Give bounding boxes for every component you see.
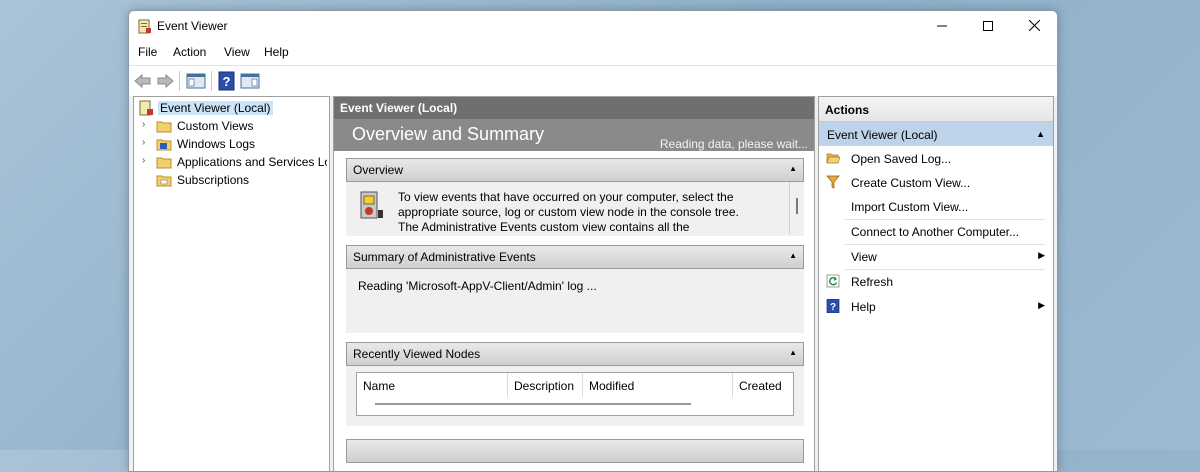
actions-title: Actions bbox=[825, 103, 870, 117]
refresh-icon bbox=[826, 274, 840, 288]
collapse-icon[interactable]: ▲ bbox=[1036, 129, 1045, 139]
overview-section-header[interactable]: Overview ▲ bbox=[346, 158, 804, 182]
tree-item-label: Event Viewer (Local) bbox=[158, 101, 273, 115]
actions-header: Actions bbox=[819, 97, 1053, 122]
collapse-icon[interactable]: ▲ bbox=[789, 348, 797, 357]
section-title: Summary of Administrative Events bbox=[353, 250, 536, 264]
action-help[interactable]: ? Help ▶ bbox=[819, 295, 1053, 319]
event-viewer-app-icon bbox=[138, 19, 151, 34]
action-view[interactable]: View ▶ bbox=[819, 245, 1053, 269]
action-import-custom-view[interactable]: Import Custom View... bbox=[819, 195, 1053, 219]
tree-item-label: Custom Views bbox=[177, 119, 254, 133]
maximize-icon bbox=[983, 21, 993, 31]
action-open-saved-log[interactable]: Open Saved Log... bbox=[819, 147, 1053, 171]
collapse-icon[interactable]: ▲ bbox=[789, 164, 797, 173]
column-header-modified[interactable]: Modified bbox=[583, 373, 733, 397]
menu-file[interactable]: File bbox=[138, 45, 157, 59]
tree-item-label: Applications and Services Lo bbox=[177, 155, 327, 169]
windows-logs-icon bbox=[156, 139, 172, 151]
summary-section-header[interactable]: Summary of Administrative Events ▲ bbox=[346, 245, 804, 269]
title-bar[interactable]: Event Viewer bbox=[129, 11, 1057, 42]
menu-action[interactable]: Action bbox=[173, 45, 206, 59]
close-icon bbox=[1028, 19, 1040, 32]
menu-help[interactable]: Help bbox=[264, 45, 289, 59]
minimize-button[interactable] bbox=[919, 11, 965, 42]
show-hide-action-pane-icon[interactable] bbox=[240, 71, 260, 91]
help-icon: ? bbox=[826, 299, 840, 313]
overview-description: To view events that have occurred on you… bbox=[398, 190, 739, 234]
forward-arrow-icon[interactable] bbox=[155, 71, 175, 91]
submenu-arrow-icon: ▶ bbox=[1038, 250, 1045, 260]
main-content: Event Viewer (Local) › Custom Views › Wi… bbox=[129, 96, 1057, 471]
event-viewer-icon bbox=[139, 100, 153, 116]
actions-pane: Actions Event Viewer (Local) ▲ Open Save… bbox=[818, 96, 1054, 471]
summary-section-body: Reading 'Microsoft-AppV-Client/Admin' lo… bbox=[346, 269, 804, 333]
toolbar: ? bbox=[129, 65, 1057, 97]
overview-scrollbar[interactable] bbox=[796, 198, 798, 214]
window-title: Event Viewer bbox=[157, 19, 228, 33]
back-arrow-icon[interactable] bbox=[133, 71, 153, 91]
event-viewer-window: Event Viewer File Action View Help ? Eve… bbox=[128, 10, 1058, 472]
actions-section-title: Event Viewer (Local) bbox=[827, 128, 938, 142]
column-header-created[interactable]: Created bbox=[733, 373, 793, 397]
chevron-right-icon[interactable]: › bbox=[142, 137, 152, 148]
action-refresh[interactable]: Refresh bbox=[819, 270, 1053, 294]
chevron-right-icon[interactable]: › bbox=[142, 119, 152, 130]
horizontal-scrollbar[interactable] bbox=[375, 403, 691, 405]
center-pane-header: Event Viewer (Local) bbox=[334, 97, 814, 119]
submenu-arrow-icon: ▶ bbox=[1038, 300, 1045, 310]
overview-section-body: To view events that have occurred on you… bbox=[346, 182, 804, 236]
summary-scroll-area[interactable]: Overview ▲ To view events that have occu… bbox=[334, 151, 814, 471]
overview-summary-banner: Overview and Summary Reading data, pleas… bbox=[334, 119, 814, 151]
menu-bar: File Action View Help bbox=[129, 42, 1057, 64]
tree-item-applications-and-services[interactable]: › Applications and Services Lo bbox=[142, 154, 327, 171]
section-title: Recently Viewed Nodes bbox=[353, 347, 481, 361]
folder-icon bbox=[156, 121, 172, 133]
log-summary-section-header[interactable] bbox=[346, 439, 804, 463]
center-pane: Event Viewer (Local) Overview and Summar… bbox=[333, 96, 815, 471]
section-title: Overview bbox=[353, 163, 404, 177]
tree-item-label: Windows Logs bbox=[177, 137, 256, 151]
tree-item-label: Subscriptions bbox=[177, 173, 250, 187]
show-hide-console-tree-icon[interactable] bbox=[186, 71, 206, 91]
svg-text:?: ? bbox=[223, 74, 231, 89]
filter-icon bbox=[826, 175, 840, 189]
close-button[interactable] bbox=[1011, 11, 1057, 42]
column-header-description[interactable]: Description bbox=[508, 373, 583, 397]
maximize-button[interactable] bbox=[965, 11, 1011, 42]
menu-view[interactable]: View bbox=[224, 45, 250, 59]
recent-nodes-section-header[interactable]: Recently Viewed Nodes ▲ bbox=[346, 342, 804, 366]
subscriptions-icon bbox=[156, 175, 172, 187]
toolbar-separator bbox=[211, 71, 212, 91]
overview-summary-title: Overview and Summary bbox=[352, 124, 545, 144]
action-connect-another-computer[interactable]: Connect to Another Computer... bbox=[819, 220, 1053, 244]
center-pane-title: Event Viewer (Local) bbox=[340, 101, 458, 115]
loading-status: Reading data, please wait... bbox=[659, 137, 808, 151]
actions-section-header[interactable]: Event Viewer (Local) ▲ bbox=[819, 122, 1053, 146]
toolbar-separator bbox=[179, 71, 180, 91]
tree-item-event-viewer-local[interactable]: Event Viewer (Local) bbox=[138, 100, 326, 117]
minimize-icon bbox=[937, 25, 947, 27]
recent-nodes-section-body: Name Description Modified Created bbox=[346, 366, 804, 426]
column-header-name[interactable]: Name bbox=[357, 373, 508, 397]
tree-item-subscriptions[interactable]: Subscriptions bbox=[142, 172, 327, 189]
overview-divider bbox=[789, 182, 790, 234]
reading-log-status: Reading 'Microsoft-AppV-Client/Admin' lo… bbox=[358, 279, 597, 293]
folder-open-icon bbox=[826, 153, 840, 164]
collapse-icon[interactable]: ▲ bbox=[789, 251, 797, 260]
tree-item-custom-views[interactable]: › Custom Views bbox=[142, 118, 327, 135]
svg-text:?: ? bbox=[830, 302, 836, 313]
recent-nodes-table: Name Description Modified Created bbox=[356, 372, 794, 416]
action-create-custom-view[interactable]: Create Custom View... bbox=[819, 171, 1053, 195]
folder-icon bbox=[156, 157, 172, 169]
event-log-icon bbox=[360, 191, 383, 219]
chevron-right-icon[interactable]: › bbox=[142, 155, 152, 166]
tree-item-windows-logs[interactable]: › Windows Logs bbox=[142, 136, 327, 153]
help-icon[interactable]: ? bbox=[217, 71, 237, 91]
console-tree: Event Viewer (Local) › Custom Views › Wi… bbox=[133, 96, 330, 471]
